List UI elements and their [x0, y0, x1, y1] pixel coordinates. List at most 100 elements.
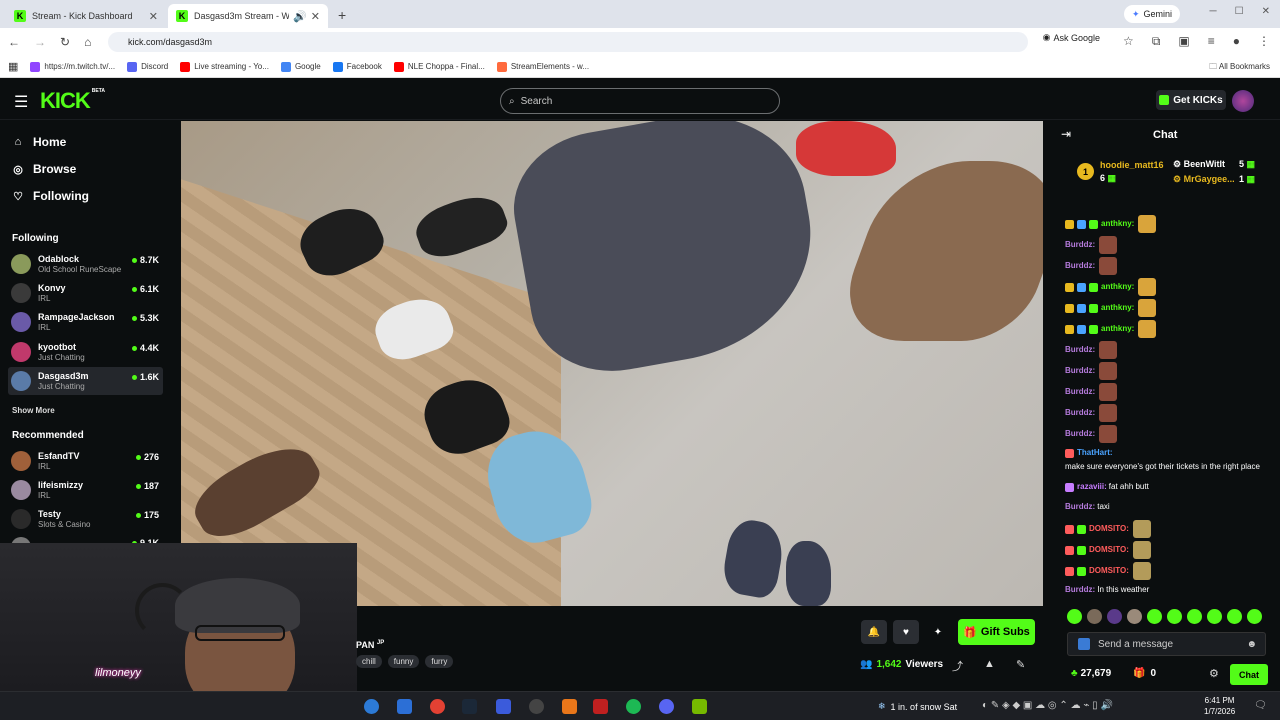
chat-username[interactable]: Burddz:: [1065, 259, 1095, 273]
sparkle-button[interactable]: ✦: [925, 620, 951, 644]
tag-chip[interactable]: furry: [425, 655, 454, 668]
browser-tab[interactable]: K Stream - Kick Dashboard ✕: [6, 4, 166, 28]
leaderboard-user[interactable]: ⚙ MrGaygee...: [1173, 174, 1235, 185]
user-avatar[interactable]: [1232, 90, 1254, 112]
send-chat-button[interactable]: Chat: [1230, 664, 1268, 685]
chat-username[interactable]: Burddz:: [1065, 500, 1095, 514]
leaderboard-user[interactable]: hoodie_matt16: [1100, 160, 1164, 170]
notifications-bell-button[interactable]: 🔔: [861, 620, 887, 644]
search-input[interactable]: ⌕ Search: [500, 88, 780, 114]
minimize-icon[interactable]: ─: [1210, 6, 1217, 17]
sidebar-channel[interactable]: EsfandTV IRL 276: [8, 447, 163, 475]
chat-username[interactable]: anthkny:: [1101, 217, 1134, 231]
chat-username[interactable]: anthkny:: [1101, 301, 1134, 315]
maximize-icon[interactable]: ☐: [1235, 6, 1244, 17]
discord-icon[interactable]: [659, 699, 674, 714]
share-icon[interactable]: ⤴: [952, 658, 963, 674]
sidebar-channel[interactable]: Odablock Old School RuneScape 8.7K: [8, 250, 163, 278]
chat-username[interactable]: DOMSITO:: [1089, 543, 1129, 557]
report-icon[interactable]: ▲: [984, 658, 995, 670]
chat-username[interactable]: Burddz:: [1065, 364, 1095, 378]
chat-message-input[interactable]: Send a message ☻: [1067, 632, 1266, 656]
app-icon[interactable]: [562, 699, 577, 714]
ask-google-button[interactable]: ◉ Ask Google: [1043, 32, 1100, 43]
system-clock[interactable]: 6:41 PM 1/7/2026: [1204, 695, 1235, 717]
emote-icon[interactable]: [1187, 609, 1202, 624]
emote-icon[interactable]: [1087, 609, 1102, 624]
reload-icon[interactable]: ↻: [60, 35, 70, 49]
sidepanel-icon[interactable]: ▣: [1178, 34, 1189, 49]
obs-icon[interactable]: [529, 699, 544, 714]
media-icon[interactable]: ≡: [1208, 34, 1215, 49]
weather-widget[interactable]: ❄ 1 in. of snow Sat: [878, 701, 957, 712]
chat-username[interactable]: ThatHart:: [1077, 446, 1113, 460]
emote-icon[interactable]: [1067, 609, 1082, 624]
forward-icon[interactable]: →: [34, 35, 46, 49]
chrome-icon[interactable]: [430, 699, 445, 714]
bookmark-item[interactable]: Facebook: [332, 61, 382, 72]
kicks-balance[interactable]: ♣ 27,679: [1071, 668, 1111, 679]
leaderboard-user[interactable]: ⚙ BeenWitIt: [1173, 159, 1225, 170]
chat-username[interactable]: Burddz:: [1065, 406, 1095, 420]
follow-heart-button[interactable]: ♥: [893, 620, 919, 644]
emote-icon[interactable]: [1247, 609, 1262, 624]
chat-settings-gear-icon[interactable]: ⚙: [1209, 667, 1219, 680]
chat-username[interactable]: Burddz:: [1065, 238, 1095, 252]
apps-icon[interactable]: ▦: [8, 60, 18, 73]
spotify-icon[interactable]: [626, 699, 641, 714]
speaker-icon[interactable]: 🔊: [293, 10, 307, 23]
gift-subs-button[interactable]: 🎁 Gift Subs: [958, 619, 1035, 645]
chat-username[interactable]: DOMSITO:: [1089, 564, 1129, 578]
steam-icon[interactable]: [462, 699, 477, 714]
extensions-icon[interactable]: ⧉: [1152, 34, 1161, 49]
chat-username[interactable]: razaviii:: [1077, 480, 1107, 494]
chat-username[interactable]: anthkny:: [1101, 280, 1134, 294]
nav-following[interactable]: ♡ Following: [12, 189, 89, 203]
bookmark-item[interactable]: Google: [280, 61, 321, 72]
emote-icon[interactable]: [1127, 609, 1142, 624]
nav-home[interactable]: ⌂ Home: [12, 135, 67, 149]
back-icon[interactable]: ←: [8, 35, 20, 49]
clip-icon[interactable]: ✎: [1016, 658, 1025, 671]
notification-icon[interactable]: 🗨: [1254, 700, 1267, 711]
all-bookmarks-button[interactable]: 🗀 All Bookmarks: [1209, 61, 1270, 75]
edge-icon[interactable]: [364, 699, 379, 714]
bookmark-item[interactable]: Live streaming - Yo...: [180, 61, 269, 72]
bookmark-item[interactable]: NLE Choppa - Final...: [393, 61, 485, 72]
profile-icon[interactable]: ●: [1233, 34, 1240, 49]
show-more-button[interactable]: Show More: [12, 406, 55, 415]
emote-icon[interactable]: [1227, 609, 1242, 624]
chat-username[interactable]: Burddz:: [1065, 343, 1095, 357]
sidebar-channel[interactable]: RampageJackson IRL 5.3K: [8, 308, 163, 336]
store-icon[interactable]: [397, 699, 412, 714]
new-tab-button[interactable]: +: [338, 7, 346, 23]
close-window-icon[interactable]: ✕: [1262, 6, 1270, 17]
nav-browse[interactable]: ◎ Browse: [12, 162, 76, 176]
tray-icons[interactable]: ◐ ✎ ◈ ◆ ▣ ☁ ◎ ⌃ ☁ ⌁ ▯ 🔊: [982, 700, 1113, 711]
sidebar-channel[interactable]: kyootbot Just Chatting 4.4K: [8, 338, 163, 366]
emote-icon[interactable]: [1107, 609, 1122, 624]
collapse-chat-icon[interactable]: ⇥: [1061, 127, 1071, 141]
chat-username[interactable]: Burddz:: [1065, 583, 1095, 597]
bookmark-item[interactable]: Discord: [127, 61, 168, 72]
emote-icon[interactable]: [1147, 609, 1162, 624]
tag-chip[interactable]: funny: [387, 655, 420, 668]
tag-chip[interactable]: chill: [356, 655, 382, 668]
close-tab-icon[interactable]: ✕: [149, 10, 158, 23]
sidebar-channel-selected[interactable]: Dasgasd3m Just Chatting 1.6K: [8, 367, 163, 395]
bookmark-item[interactable]: https://m.twitch.tv/...: [30, 61, 115, 72]
gift-count[interactable]: 🎁 0: [1133, 668, 1156, 679]
home-browser-icon[interactable]: ⌂: [84, 35, 91, 49]
emote-icon[interactable]: [1207, 609, 1222, 624]
app-icon[interactable]: [496, 699, 511, 714]
browser-tab-active[interactable]: K Dasgasd3m Stream - Watc 🔊 ✕: [168, 4, 328, 28]
bookmark-item[interactable]: StreamElements - w...: [496, 61, 589, 72]
star-icon[interactable]: ☆: [1123, 34, 1134, 49]
url-field[interactable]: kick.com/dasgasd3m: [108, 32, 1028, 52]
kick-logo[interactable]: KICK BETA: [40, 88, 105, 114]
emote-icon[interactable]: [1167, 609, 1182, 624]
sidebar-channel[interactable]: Testy Slots & Casino 175: [8, 505, 163, 533]
nvidia-icon[interactable]: [692, 699, 707, 714]
emoji-picker-icon[interactable]: ☻: [1246, 639, 1257, 650]
hamburger-menu-icon[interactable]: ☰: [14, 92, 28, 112]
